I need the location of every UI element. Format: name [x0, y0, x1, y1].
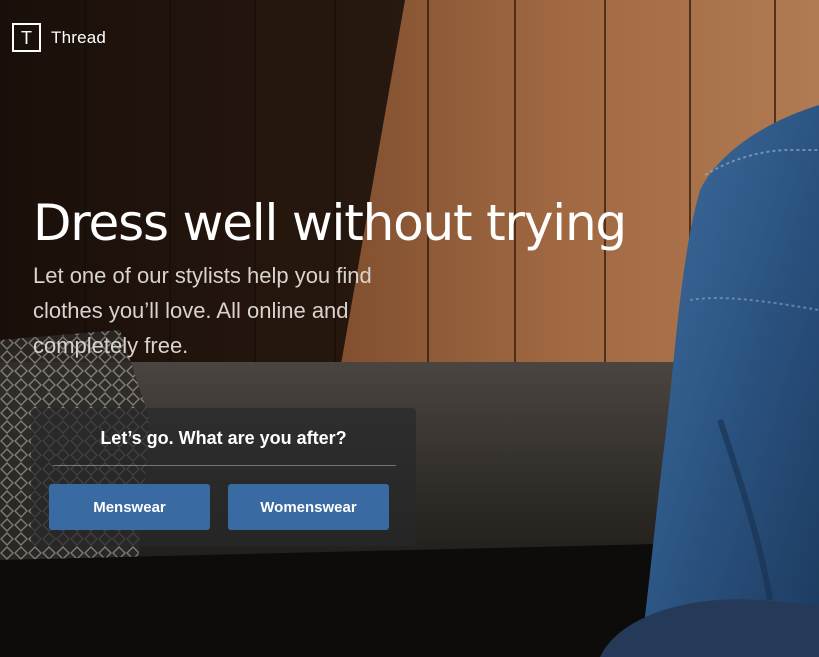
cta-prompt: Let’s go. What are you after? [100, 428, 347, 448]
hero-headline: Dress well without trying [33, 194, 627, 252]
cta-panel: Let’s go. What are you after? Menswear W… [31, 408, 416, 546]
brand-logo[interactable]: T Thread [12, 23, 106, 52]
hero-subline: Let one of our stylists help you find cl… [33, 263, 372, 358]
brand-name: Thread [51, 27, 107, 47]
cta-divider [53, 465, 396, 466]
logo-mark-icon: T [12, 23, 41, 52]
hero-section: T Thread Dress well without trying Let o… [0, 0, 819, 657]
womenswear-button[interactable]: Womenswear [228, 484, 389, 530]
menswear-button[interactable]: Menswear [49, 484, 210, 530]
